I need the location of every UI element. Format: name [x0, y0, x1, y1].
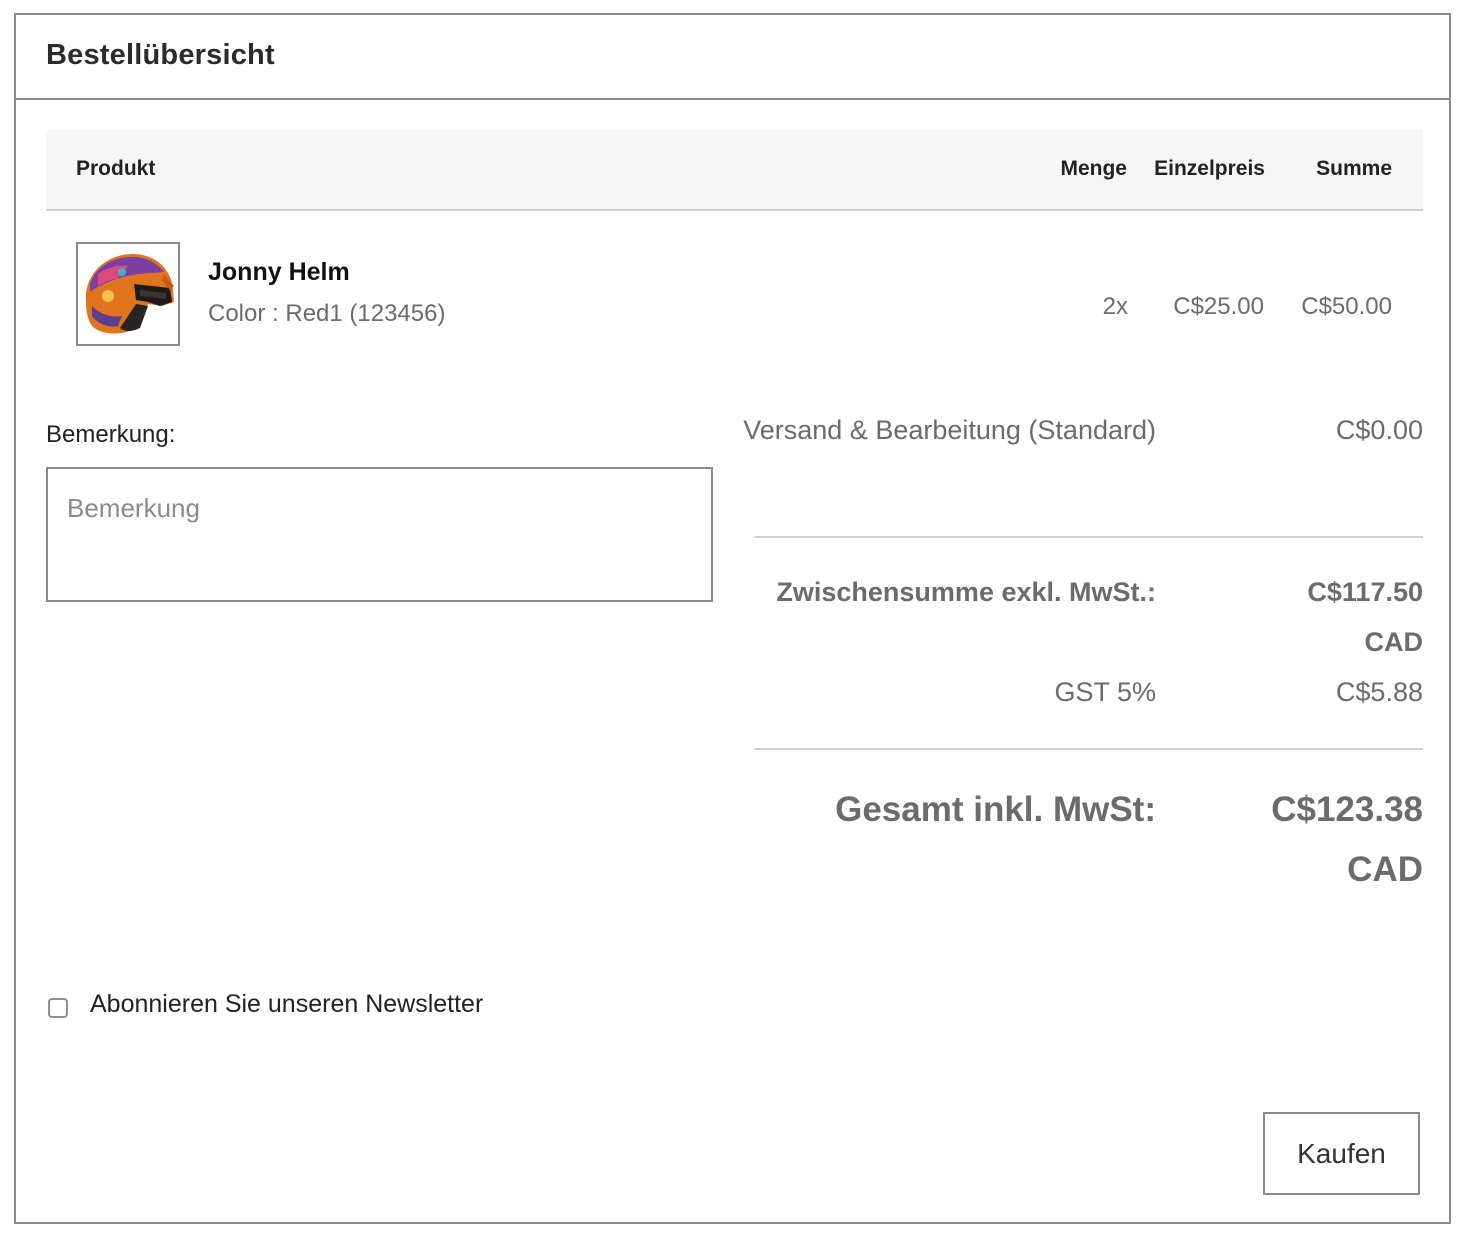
subtotal-label: Zwischensumme exkl. MwSt.:	[776, 577, 1156, 607]
order-table-header: Produkt Menge Einzelpreis Summe	[46, 130, 1423, 211]
product-name: Jonny Helm	[208, 258, 350, 286]
column-header-product: Produkt	[76, 157, 156, 180]
newsletter-label[interactable]: Abonnieren Sie unseren Newsletter	[90, 990, 483, 1019]
tax-value: C$5.88	[1335, 677, 1423, 707]
totals-divider	[754, 536, 1423, 538]
grand-total-value: C$123.38 CAD	[1271, 790, 1423, 889]
shipping-label: Versand & Bearbeitung (Standard)	[743, 415, 1156, 445]
shipping-value: C$0.00	[1335, 415, 1423, 445]
remark-input[interactable]	[46, 467, 713, 602]
product-quantity: 2x	[1102, 293, 1128, 320]
order-summary-panel: Bestellübersicht Produkt Menge Einzelpre…	[14, 13, 1451, 1224]
helmet-icon	[78, 244, 178, 344]
product-unit-price: C$25.00	[1173, 293, 1264, 320]
totals-divider	[754, 748, 1423, 750]
remark-label: Bemerkung:	[46, 421, 176, 448]
column-header-unit-price: Einzelpreis	[1154, 157, 1265, 180]
grand-total-label: Gesamt inkl. MwSt:	[835, 790, 1156, 829]
column-header-total: Summe	[1316, 157, 1392, 180]
page-title: Bestellübersicht	[46, 39, 275, 71]
product-total: C$50.00	[1301, 293, 1392, 320]
column-header-quantity: Menge	[1060, 157, 1127, 180]
newsletter-checkbox[interactable]	[48, 998, 68, 1018]
buy-button[interactable]: Kaufen	[1263, 1112, 1420, 1195]
tax-label: GST 5%	[1054, 677, 1156, 707]
order-summary-header: Bestellübersicht	[16, 15, 1449, 100]
product-variant: Color : Red1 (123456)	[208, 300, 446, 327]
table-row: Jonny Helm Color : Red1 (123456) 2x C$25…	[46, 211, 1423, 381]
helmet-image	[76, 242, 180, 346]
subtotal-value: C$117.50 CAD	[1307, 577, 1423, 657]
